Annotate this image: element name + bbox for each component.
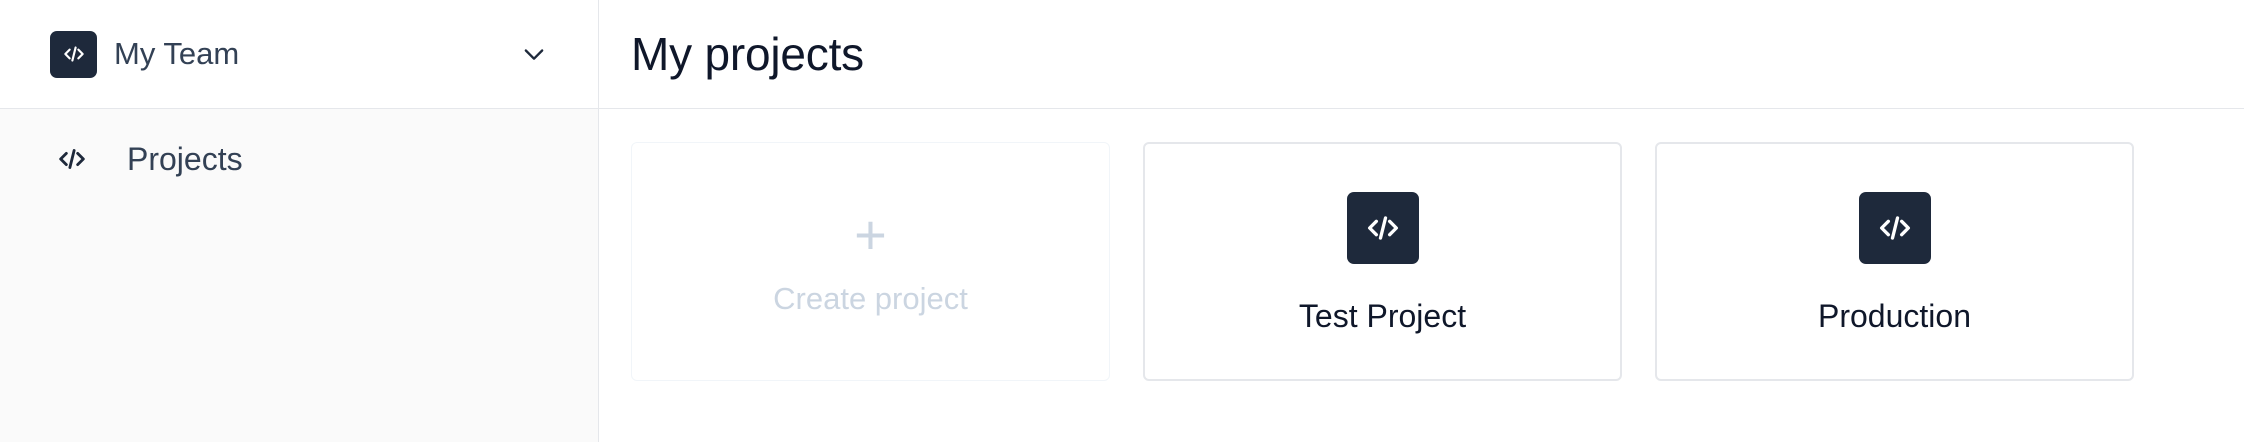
create-project-card[interactable]: + Create project (631, 142, 1110, 381)
project-card[interactable]: Production (1655, 142, 2134, 381)
project-name: Test Project (1298, 298, 1467, 334)
team-name: My Team (114, 36, 240, 71)
code-icon (1879, 216, 1910, 240)
code-icon (55, 142, 89, 176)
sidebar-item-label: Projects (127, 140, 243, 177)
create-project-label: Create project (773, 280, 968, 316)
project-card[interactable]: Test Project (1143, 142, 1622, 381)
page-header: My projects (599, 0, 2244, 109)
team-logo (50, 30, 97, 78)
page-title: My projects (631, 28, 864, 80)
main-content: My projects + Create project Test Projec… (599, 0, 2244, 442)
code-icon (63, 46, 84, 62)
project-grid: + Create project Test Project Production (599, 109, 2244, 414)
app-root: My Team Projects My projects + Create pr… (0, 0, 2244, 442)
project-logo (1346, 192, 1419, 264)
project-logo (1858, 192, 1931, 264)
plus-icon: + (854, 202, 887, 266)
sidebar-item-projects[interactable]: Projects (0, 109, 598, 209)
chevron-down-icon[interactable] (520, 40, 548, 68)
project-name: Production (1818, 298, 1971, 334)
code-icon (1367, 216, 1398, 240)
team-switcher[interactable]: My Team (0, 0, 598, 109)
sidebar: My Team Projects (0, 0, 599, 442)
